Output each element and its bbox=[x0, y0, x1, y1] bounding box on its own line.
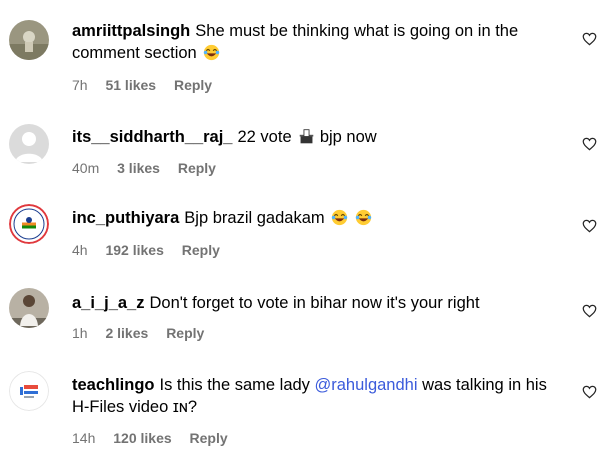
comment-text: bjp now bbox=[319, 128, 377, 146]
likes-count[interactable]: 120 likes bbox=[113, 430, 171, 446]
timestamp: 4h bbox=[72, 242, 88, 258]
avatar[interactable] bbox=[9, 124, 49, 164]
comment-body: its__siddharth__raj_ 22 vote bjp now bbox=[72, 126, 562, 148]
comments-list: amriittpalsingh She must be thinking what… bbox=[0, 0, 608, 460]
comment-meta: 1h 2 likes Reply bbox=[72, 325, 218, 341]
reply-button[interactable]: Reply bbox=[182, 242, 220, 258]
timestamp: 40m bbox=[72, 160, 100, 176]
username[interactable]: teachlingo bbox=[72, 376, 155, 394]
avatar[interactable] bbox=[9, 288, 49, 328]
comment-text: Don't forget to vote in bihar now it's y… bbox=[149, 294, 480, 312]
comment-meta: 40m 3 likes Reply bbox=[72, 160, 230, 176]
comment-text: Is this the same lady bbox=[159, 376, 310, 394]
timestamp: 14h bbox=[72, 430, 96, 446]
comment-meta: 4h 192 likes Reply bbox=[72, 242, 234, 258]
comment-body: a_i_j_a_z Don't forget to vote in bihar n… bbox=[72, 292, 562, 314]
username[interactable]: a_i_j_a_z bbox=[72, 294, 144, 312]
avatar[interactable] bbox=[9, 204, 49, 244]
reply-button[interactable]: Reply bbox=[166, 325, 204, 341]
laughing-emoji-icon bbox=[355, 209, 371, 226]
reply-button[interactable]: Reply bbox=[178, 160, 216, 176]
username[interactable]: inc_puthiyara bbox=[72, 209, 179, 227]
comment-body: inc_puthiyara Bjp brazil gadakam bbox=[72, 207, 562, 229]
heart-icon[interactable] bbox=[582, 304, 597, 318]
comment-meta: 14h 120 likes Reply bbox=[72, 430, 242, 446]
laughing-emoji-icon bbox=[332, 209, 348, 226]
likes-count[interactable]: 2 likes bbox=[105, 325, 148, 341]
avatar[interactable] bbox=[9, 371, 49, 411]
comment-text: 22 vote bbox=[237, 128, 292, 146]
heart-icon[interactable] bbox=[582, 137, 597, 151]
heart-icon[interactable] bbox=[582, 385, 597, 399]
likes-count[interactable]: 3 likes bbox=[117, 160, 160, 176]
likes-count[interactable]: 51 likes bbox=[105, 77, 156, 93]
likes-count[interactable]: 192 likes bbox=[105, 242, 163, 258]
comment-body: teachlingo Is this the same lady @rahulga… bbox=[72, 374, 562, 418]
reply-button[interactable]: Reply bbox=[190, 430, 228, 446]
comment-meta: 7h 51 likes Reply bbox=[72, 77, 226, 93]
comment-body: amriittpalsingh She must be thinking what… bbox=[72, 20, 562, 64]
laughing-emoji-icon bbox=[204, 44, 220, 61]
avatar[interactable] bbox=[9, 20, 49, 60]
heart-icon[interactable] bbox=[582, 32, 597, 46]
username[interactable]: amriittpalsingh bbox=[72, 22, 190, 40]
comment-text: Bjp brazil gadakam bbox=[184, 209, 325, 227]
heart-icon[interactable] bbox=[582, 219, 597, 233]
timestamp: 1h bbox=[72, 325, 88, 341]
timestamp: 7h bbox=[72, 77, 88, 93]
mention-link[interactable]: @rahulgandhi bbox=[315, 376, 418, 394]
ballot-box-emoji-icon bbox=[299, 129, 314, 144]
username[interactable]: its__siddharth__raj_ bbox=[72, 128, 233, 146]
reply-button[interactable]: Reply bbox=[174, 77, 212, 93]
